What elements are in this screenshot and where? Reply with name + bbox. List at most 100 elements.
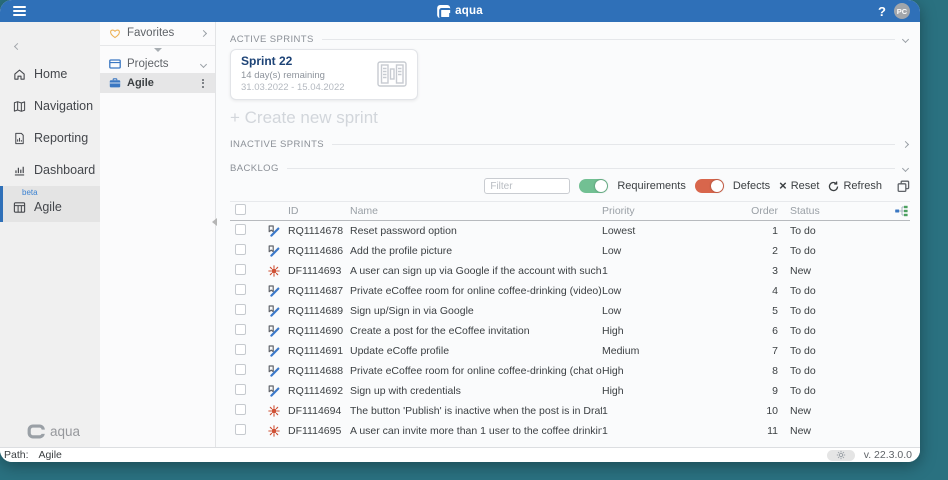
table-row[interactable]: RQ1114689 Sign up/Sign in via Google Low… [230, 301, 910, 321]
item-priority: Lowest [602, 225, 750, 237]
reset-button[interactable]: × Reset [779, 180, 819, 192]
app-window: aqua ? PC Home Navigation Repo [0, 0, 920, 462]
item-id: RQ1114691 [288, 345, 350, 357]
row-checkbox[interactable] [235, 264, 246, 275]
sidebar-item-home[interactable]: Home [0, 58, 100, 90]
table-row[interactable]: RQ1114688 Private eCoffee room for onlin… [230, 361, 910, 381]
col-order[interactable]: Order [750, 205, 784, 217]
item-status: To do [784, 385, 884, 397]
inactive-sprints-header: INACTIVE SPRINTS [230, 138, 910, 150]
row-checkbox[interactable] [235, 384, 246, 395]
table-row[interactable]: RQ1114692 Sign up with credentials High … [230, 381, 910, 401]
projects-row[interactable]: Projects [100, 55, 215, 73]
chevron-down-icon [200, 60, 207, 67]
row-checkbox[interactable] [235, 224, 246, 235]
item-name: Private eCoffee room for online coffee-d… [350, 285, 602, 297]
bug-icon [268, 265, 280, 277]
item-id: RQ1114687 [288, 285, 350, 297]
sprint-remaining: 14 day(s) remaining [241, 70, 345, 81]
user-avatar[interactable]: PC [894, 3, 910, 19]
row-checkbox[interactable] [235, 244, 246, 255]
kebab-menu-icon[interactable] [200, 77, 206, 90]
project-item-agile[interactable]: Agile [100, 73, 215, 93]
defects-toggle[interactable] [695, 179, 724, 193]
refresh-button[interactable]: Refresh [828, 180, 882, 192]
panel-splitter[interactable] [100, 45, 215, 55]
hierarchy-icon[interactable] [895, 205, 908, 217]
item-type-icon [260, 405, 288, 417]
projects-panel: Favorites Projects Agile [100, 22, 216, 447]
item-priority: 1 [602, 405, 750, 417]
active-sprints-label: ACTIVE SPRINTS [230, 34, 314, 45]
chevron-right-icon[interactable] [902, 140, 909, 147]
col-status[interactable]: Status [784, 205, 884, 217]
help-icon[interactable]: ? [878, 4, 886, 19]
row-checkbox[interactable] [235, 344, 246, 355]
requirement-icon [268, 245, 280, 257]
item-id: RQ1114688 [288, 365, 350, 377]
requirement-icon [268, 325, 280, 337]
item-name: Private eCoffee room for online coffee-d… [350, 365, 602, 377]
table-row[interactable]: RQ1114691 Update eCoffe profile Medium 7… [230, 341, 910, 361]
backlog-table: ID Name Priority Order Status RQ1114678 … [230, 201, 910, 441]
sidebar-item-agile[interactable]: beta Agile [0, 186, 100, 222]
sidebar-item-label: Reporting [34, 131, 88, 145]
row-checkbox[interactable] [235, 284, 246, 295]
projects-icon [109, 59, 121, 69]
projects-label: Projects [127, 58, 195, 70]
create-new-sprint-button[interactable]: + Create new sprint [230, 108, 910, 128]
col-id[interactable]: ID [288, 205, 350, 217]
refresh-icon [828, 181, 839, 192]
chevron-left-icon [14, 43, 21, 50]
sidebar-item-reporting[interactable]: Reporting [0, 122, 100, 154]
item-type-icon [260, 285, 288, 297]
item-status: To do [784, 225, 884, 237]
settings-button[interactable] [827, 450, 855, 461]
table-row[interactable]: RQ1114690 Create a post for the eCoffee … [230, 321, 910, 341]
item-status: To do [784, 365, 884, 377]
item-priority: Low [602, 285, 750, 297]
project-item-label: Agile [127, 77, 194, 89]
item-type-icon [260, 245, 288, 257]
filter-input[interactable] [484, 178, 570, 194]
table-row[interactable]: RQ1114686 Add the profile picture Low 2 … [230, 241, 910, 261]
section-divider [322, 39, 895, 40]
item-type-icon [260, 305, 288, 317]
sidebar-item-label: Home [34, 67, 67, 81]
home-icon [13, 68, 26, 81]
collapse-sidebar-button[interactable] [15, 36, 20, 54]
chevron-down-icon[interactable] [902, 35, 909, 42]
col-priority[interactable]: Priority [602, 205, 750, 217]
nav-sidebar: Home Navigation Reporting Dashboard beta [0, 22, 100, 447]
item-priority: High [602, 385, 750, 397]
row-checkbox[interactable] [235, 424, 246, 435]
favorites-row[interactable]: Favorites [100, 22, 215, 44]
sprint-dates: 31.03.2022 - 15.04.2022 [241, 82, 345, 93]
section-divider [287, 168, 895, 169]
aqua-logo-gray-icon [27, 424, 46, 439]
col-name[interactable]: Name [350, 205, 602, 217]
sidebar-item-navigation[interactable]: Navigation [0, 90, 100, 122]
sidebar-item-dashboard[interactable]: Dashboard [0, 154, 100, 186]
item-priority: High [602, 325, 750, 337]
item-id: RQ1114686 [288, 245, 350, 257]
sidebar-item-label: Agile [34, 200, 62, 214]
table-row[interactable]: RQ1114687 Private eCoffee room for onlin… [230, 281, 910, 301]
path-value: Agile [39, 449, 62, 461]
chevron-down-icon[interactable] [902, 164, 909, 171]
table-row[interactable]: DF1114695 A user can invite more than 1 … [230, 421, 910, 441]
row-checkbox[interactable] [235, 364, 246, 375]
hamburger-menu-icon[interactable] [13, 6, 26, 16]
column-chooser-button[interactable] [897, 180, 910, 193]
row-checkbox[interactable] [235, 324, 246, 335]
sprint-card[interactable]: Sprint 22 14 day(s) remaining 31.03.2022… [230, 49, 418, 100]
item-name: Add the profile picture [350, 245, 602, 257]
row-checkbox[interactable] [235, 304, 246, 315]
table-row[interactable]: DF1114694 The button 'Publish' is inacti… [230, 401, 910, 421]
row-checkbox[interactable] [235, 404, 246, 415]
table-row[interactable]: DF1114693 A user can sign up via Google … [230, 261, 910, 281]
requirements-toggle[interactable] [579, 179, 608, 193]
table-row[interactable]: RQ1114678 Reset password option Lowest 1… [230, 221, 910, 241]
select-all-checkbox[interactable] [235, 204, 246, 215]
app-logo: aqua [437, 5, 483, 18]
